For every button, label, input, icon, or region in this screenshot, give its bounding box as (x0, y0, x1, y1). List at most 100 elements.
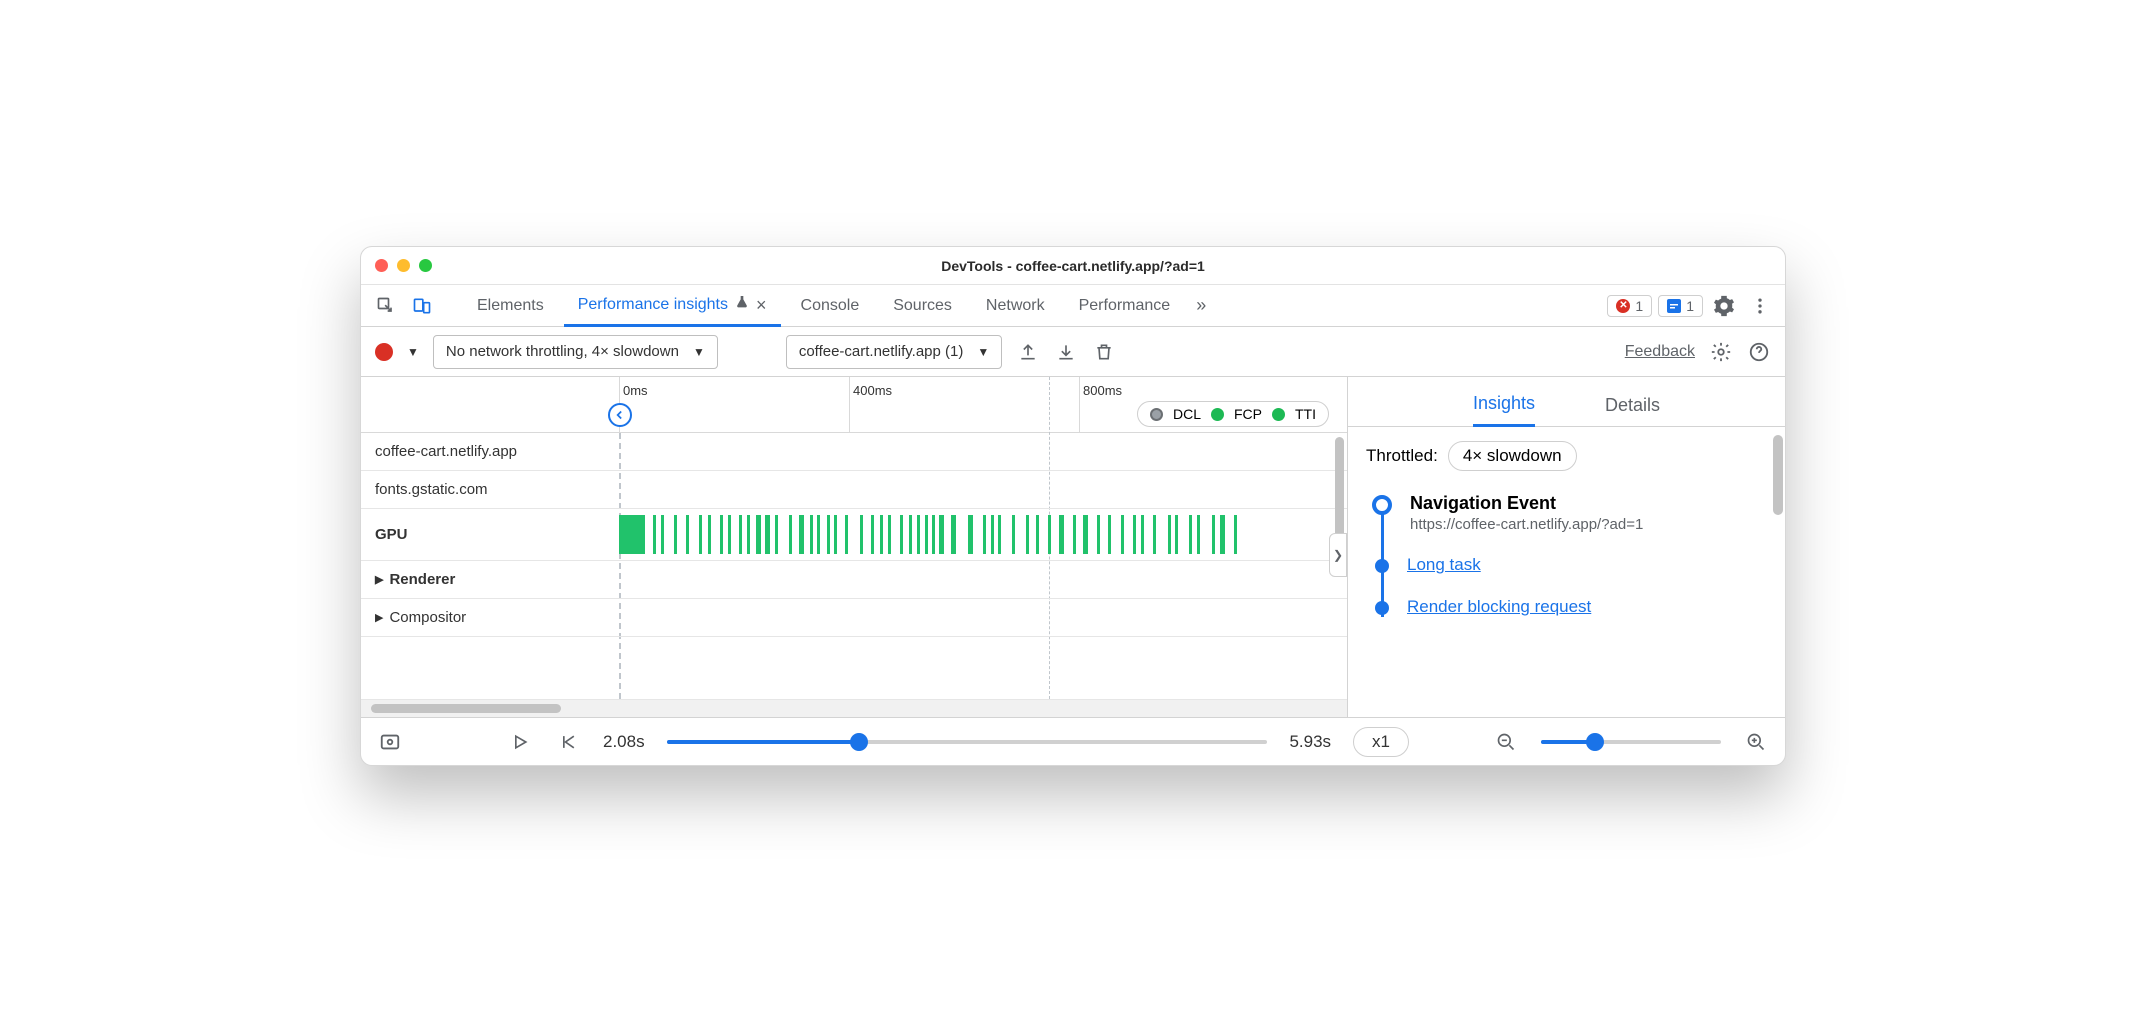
speed-chip[interactable]: x1 (1353, 727, 1409, 757)
chevron-down-icon: ▼ (977, 345, 989, 359)
errors-badge[interactable]: ✕ 1 (1607, 295, 1652, 317)
ruler-400ms: 400ms (853, 383, 892, 398)
insights-body[interactable]: Throttled: 4× slowdown Navigation Event … (1348, 427, 1785, 717)
track-compositor[interactable]: ▶ Compositor (361, 599, 1347, 637)
timeline-node-icon (1375, 601, 1389, 615)
dcl-dot-icon (1150, 408, 1163, 421)
minimize-window-button[interactable] (397, 259, 410, 272)
throttled-label: Throttled: (1366, 446, 1438, 466)
play-icon[interactable] (507, 729, 533, 755)
gpu-activity (619, 515, 1337, 554)
long-task-link[interactable]: Long task (1407, 555, 1481, 574)
expand-icon[interactable]: ▶ (375, 573, 383, 586)
zoom-in-icon[interactable] (1743, 729, 1769, 755)
tab-insights[interactable]: Insights (1473, 393, 1535, 427)
error-icon: ✕ (1616, 299, 1630, 313)
insights-panel: Insights Details Throttled: 4× slowdown … (1347, 377, 1785, 717)
timeline-node-icon (1375, 559, 1389, 573)
tab-performance[interactable]: Performance (1065, 285, 1185, 327)
window-title: DevTools - coffee-cart.netlify.app/?ad=1 (361, 258, 1785, 274)
flamechart-area[interactable]: 0ms 400ms 800ms DCL FCP TTI (361, 377, 1347, 717)
export-icon[interactable] (1016, 340, 1040, 364)
zoom-slider[interactable] (1541, 740, 1721, 744)
tab-details[interactable]: Details (1605, 395, 1660, 426)
timeline-node-icon (1372, 495, 1392, 515)
fcp-dot-icon (1211, 408, 1224, 421)
tab-performance-insights[interactable]: Performance insights × (564, 285, 781, 327)
render-blocking-link[interactable]: Render blocking request (1407, 597, 1591, 616)
tab-network[interactable]: Network (972, 285, 1059, 327)
throttling-label: No network throttling, 4× slowdown (446, 343, 679, 360)
error-count: 1 (1635, 298, 1643, 314)
insight-render-blocking[interactable]: Render blocking request (1372, 597, 1767, 617)
recording-label: coffee-cart.netlify.app (1) (799, 343, 964, 360)
panel-settings-icon[interactable] (1709, 340, 1733, 364)
insights-scrollbar[interactable] (1773, 435, 1783, 515)
playback-start-time: 2.08s (603, 732, 645, 752)
tti-label: TTI (1295, 406, 1316, 422)
import-icon[interactable] (1054, 340, 1078, 364)
record-menu-caret[interactable]: ▼ (407, 345, 419, 359)
collapse-sidepanel-icon[interactable]: ❯ (1329, 533, 1347, 577)
horizontal-scrollbar[interactable] (361, 699, 1347, 717)
more-tabs-icon[interactable]: » (1190, 295, 1212, 316)
ruler-800ms: 800ms (1083, 383, 1122, 398)
panel-tabs: Elements Performance insights × Console … (361, 285, 1785, 327)
recording-select[interactable]: coffee-cart.netlify.app (1) ▼ (786, 335, 1002, 369)
right-panel-tabs: Insights Details (1348, 377, 1785, 427)
ruler-0ms: 0ms (623, 383, 648, 398)
track-compositor-label: Compositor (389, 609, 466, 626)
close-window-button[interactable] (375, 259, 388, 272)
playback-slider[interactable] (667, 740, 1268, 744)
main-area: 0ms 400ms 800ms DCL FCP TTI (361, 377, 1785, 717)
throttled-chip: 4× slowdown (1448, 441, 1577, 471)
device-toggle-icon[interactable] (407, 291, 437, 321)
messages-badge[interactable]: 1 (1658, 295, 1703, 317)
zoom-out-icon[interactable] (1493, 729, 1519, 755)
tab-sources[interactable]: Sources (879, 285, 966, 327)
record-button[interactable] (375, 343, 393, 361)
tab-elements[interactable]: Elements (463, 285, 558, 327)
track-gpu[interactable]: GPU (361, 509, 1347, 561)
help-icon[interactable] (1747, 340, 1771, 364)
nav-event-url: https://coffee-cart.netlify.app/?ad=1 (1410, 516, 1767, 533)
dcl-label: DCL (1173, 406, 1201, 422)
chevron-down-icon: ▼ (693, 345, 705, 359)
track-renderer[interactable]: ▶ Renderer (361, 561, 1347, 599)
rewind-icon[interactable] (555, 729, 581, 755)
track-net1-label: coffee-cart.netlify.app (375, 443, 517, 460)
tab-network-label: Network (986, 297, 1045, 315)
metric-markers: DCL FCP TTI (1137, 401, 1329, 427)
kebab-menu-icon[interactable] (1745, 291, 1775, 321)
titlebar: DevTools - coffee-cart.netlify.app/?ad=1 (361, 247, 1785, 285)
insight-long-task[interactable]: Long task (1372, 555, 1767, 575)
time-ruler[interactable]: 0ms 400ms 800ms DCL FCP TTI (361, 377, 1347, 433)
tab-console[interactable]: Console (787, 285, 874, 327)
expand-icon[interactable]: ▶ (375, 611, 383, 624)
settings-icon[interactable] (1709, 291, 1739, 321)
preview-icon[interactable] (377, 729, 403, 755)
feedback-link[interactable]: Feedback (1625, 343, 1695, 361)
flask-icon (734, 294, 750, 315)
devtools-window: DevTools - coffee-cart.netlify.app/?ad=1… (360, 246, 1786, 766)
playback-footer: 2.08s 5.93s x1 (361, 717, 1785, 765)
track-network-2[interactable]: fonts.gstatic.com (361, 471, 1347, 509)
tab-performance-label: Performance (1079, 297, 1171, 315)
zoom-window-button[interactable] (419, 259, 432, 272)
delete-icon[interactable] (1092, 340, 1116, 364)
track-net2-label: fonts.gstatic.com (375, 481, 488, 498)
nav-event-title: Navigation Event (1410, 493, 1767, 514)
track-gpu-label: GPU (375, 526, 408, 543)
tab-elements-label: Elements (477, 297, 544, 315)
insights-timeline: Navigation Event https://coffee-cart.net… (1372, 493, 1767, 617)
insight-navigation[interactable]: Navigation Event https://coffee-cart.net… (1372, 493, 1767, 533)
tti-dot-icon (1272, 408, 1285, 421)
throttling-select[interactable]: No network throttling, 4× slowdown ▼ (433, 335, 718, 369)
inspect-icon[interactable] (371, 291, 401, 321)
track-renderer-label: Renderer (389, 571, 455, 588)
tab-console-label: Console (801, 297, 860, 315)
close-tab-icon[interactable]: × (756, 296, 767, 314)
perf-toolbar: ▼ No network throttling, 4× slowdown ▼ c… (361, 327, 1785, 377)
playhead-marker-icon[interactable] (608, 403, 632, 427)
track-network-1[interactable]: coffee-cart.netlify.app (361, 433, 1347, 471)
